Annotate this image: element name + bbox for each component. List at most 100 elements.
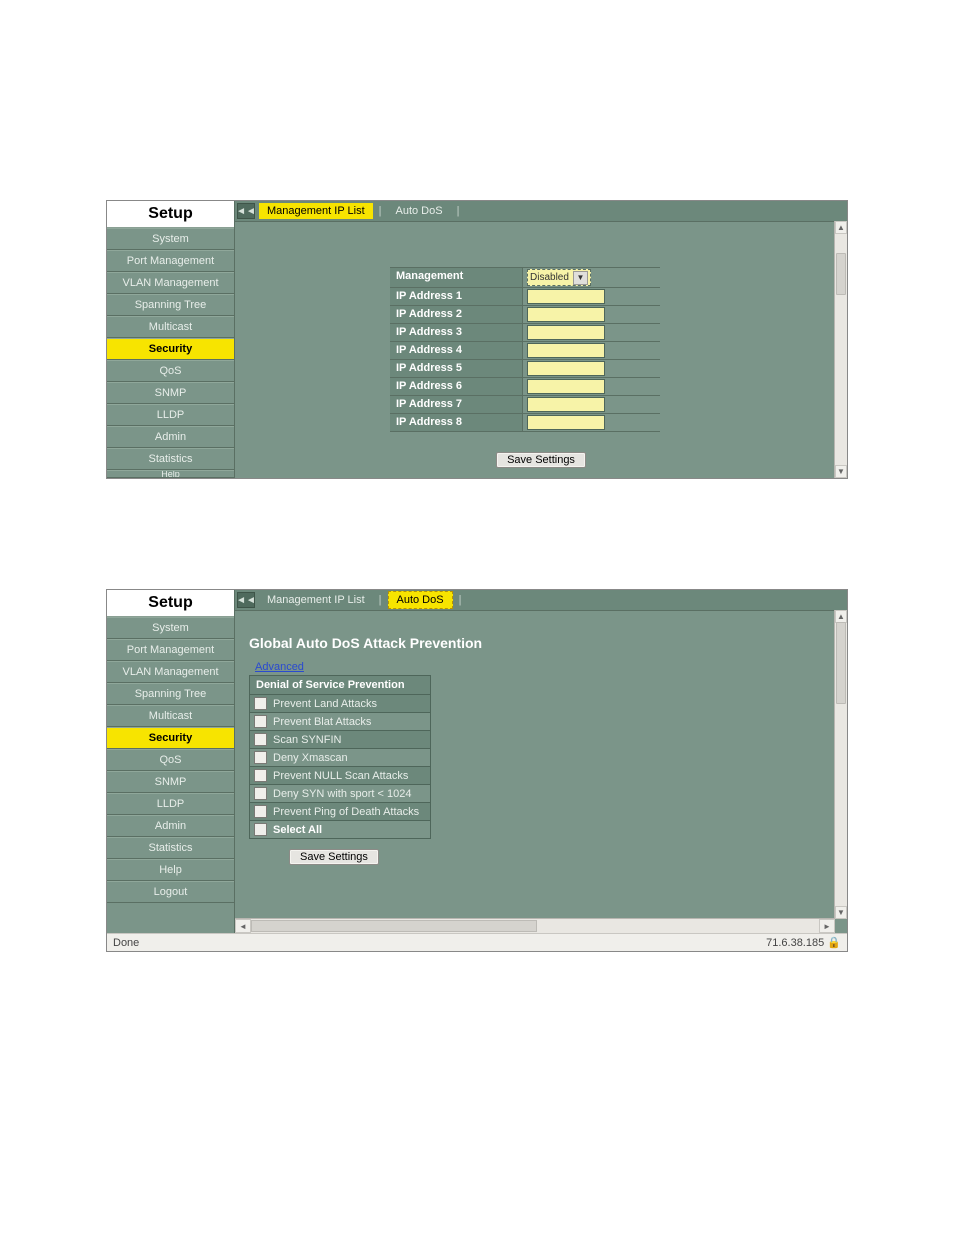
checkbox-deny-xmascan[interactable] <box>254 751 267 764</box>
label-ip2: IP Address 2 <box>390 306 523 323</box>
status-bar: Done 71.6.38.185 🔒 <box>107 933 847 951</box>
checkbox-scan-synfin[interactable] <box>254 733 267 746</box>
nav-statistics[interactable]: Statistics <box>107 837 234 859</box>
nav-snmp[interactable]: SNMP <box>107 382 234 404</box>
tab-management-ip-list[interactable]: Management IP List <box>259 203 373 219</box>
nav-port-management[interactable]: Port Management <box>107 639 234 661</box>
content-area: ◄◄ Management IP List | Auto DoS | Manag… <box>235 201 847 478</box>
tab-separator: | <box>377 594 384 606</box>
content-area: ◄◄ Management IP List | Auto DoS | Globa… <box>235 590 847 933</box>
nav-vlan-management[interactable]: VLAN Management <box>107 272 234 294</box>
nav-multicast[interactable]: Multicast <box>107 705 234 727</box>
management-ip-form: Management Disabled ▼ IP Address 1 IP Ad… <box>390 267 660 432</box>
save-settings-button[interactable]: Save Settings <box>289 849 379 865</box>
nav-admin[interactable]: Admin <box>107 815 234 837</box>
label-ip8: IP Address 8 <box>390 414 523 431</box>
tab-separator: | <box>457 594 464 606</box>
tab-scroll-left-icon[interactable]: ◄◄ <box>237 203 255 219</box>
nav-lldp[interactable]: LLDP <box>107 404 234 426</box>
vertical-scrollbar[interactable]: ▲ ▼ <box>834 221 847 478</box>
tab-auto-dos[interactable]: Auto DoS <box>388 591 453 609</box>
label-management: Management <box>390 268 523 287</box>
label-ip5: IP Address 5 <box>390 360 523 377</box>
sidebar-spacer <box>107 903 234 933</box>
tab-separator: | <box>377 205 384 217</box>
input-ip4[interactable] <box>527 343 605 358</box>
setup-heading: Setup <box>107 590 234 617</box>
checkbox-deny-syn-sport[interactable] <box>254 787 267 800</box>
nav-spanning-tree[interactable]: Spanning Tree <box>107 294 234 316</box>
nav-logout[interactable]: Logout <box>107 881 234 903</box>
scroll-thumb[interactable] <box>836 622 846 704</box>
checkbox-ping-of-death[interactable] <box>254 805 267 818</box>
input-ip7[interactable] <box>527 397 605 412</box>
scroll-down-icon[interactable]: ▼ <box>835 465 847 478</box>
label-select-all: Select All <box>273 824 322 836</box>
label-ip6: IP Address 6 <box>390 378 523 395</box>
checkbox-null-scan[interactable] <box>254 769 267 782</box>
tab-scroll-left-icon[interactable]: ◄◄ <box>237 592 255 608</box>
nav-help-cut[interactable]: Help <box>107 470 234 478</box>
label-null-scan: Prevent NULL Scan Attacks <box>273 770 408 782</box>
nav-help[interactable]: Help <box>107 859 234 881</box>
nav-security[interactable]: Security <box>107 338 234 360</box>
sidebar: Setup System Port Management VLAN Manage… <box>107 590 235 933</box>
advanced-link[interactable]: Advanced <box>255 661 304 673</box>
hscroll-right-icon[interactable]: ► <box>819 919 835 933</box>
screenshot-auto-dos: Setup System Port Management VLAN Manage… <box>106 589 848 952</box>
nav-spanning-tree[interactable]: Spanning Tree <box>107 683 234 705</box>
tab-bar: ◄◄ Management IP List | Auto DoS | <box>235 201 847 222</box>
hscroll-left-icon[interactable]: ◄ <box>235 919 251 933</box>
label-deny-xmascan: Deny Xmascan <box>273 752 348 764</box>
input-ip6[interactable] <box>527 379 605 394</box>
nav-system[interactable]: System <box>107 228 234 250</box>
checkbox-prevent-blat[interactable] <box>254 715 267 728</box>
nav-security[interactable]: Security <box>107 727 234 749</box>
hscroll-thumb[interactable] <box>251 920 537 932</box>
tab-auto-dos[interactable]: Auto DoS <box>388 203 451 219</box>
input-ip5[interactable] <box>527 361 605 376</box>
nav-multicast[interactable]: Multicast <box>107 316 234 338</box>
nav-admin[interactable]: Admin <box>107 426 234 448</box>
nav-qos[interactable]: QoS <box>107 749 234 771</box>
page-title: Global Auto DoS Attack Prevention <box>249 635 833 651</box>
label-ip7: IP Address 7 <box>390 396 523 413</box>
horizontal-scrollbar[interactable]: ◄ ► <box>235 918 835 933</box>
scroll-down-icon[interactable]: ▼ <box>835 906 847 919</box>
nav-statistics[interactable]: Statistics <box>107 448 234 470</box>
input-ip3[interactable] <box>527 325 605 340</box>
label-ip1: IP Address 1 <box>390 288 523 305</box>
vertical-scrollbar[interactable]: ▲ ▼ <box>834 610 847 919</box>
screenshot-management-ip-list: Setup System Port Management VLAN Manage… <box>106 200 848 479</box>
management-select[interactable]: Disabled ▼ <box>527 269 591 286</box>
status-done-label: Done <box>113 937 139 949</box>
nav-qos[interactable]: QoS <box>107 360 234 382</box>
save-settings-button[interactable]: Save Settings <box>496 452 586 468</box>
input-ip8[interactable] <box>527 415 605 430</box>
status-ip-label: 71.6.38.185 <box>766 937 824 949</box>
tab-bar: ◄◄ Management IP List | Auto DoS | <box>235 590 847 611</box>
nav-system[interactable]: System <box>107 617 234 639</box>
nav-snmp[interactable]: SNMP <box>107 771 234 793</box>
label-ip4: IP Address 4 <box>390 342 523 359</box>
checkbox-prevent-land[interactable] <box>254 697 267 710</box>
dropdown-arrow-icon[interactable]: ▼ <box>573 271 588 285</box>
nav-lldp[interactable]: LLDP <box>107 793 234 815</box>
tab-management-ip-list[interactable]: Management IP List <box>259 592 373 608</box>
scroll-thumb[interactable] <box>836 253 846 295</box>
dos-table-header: Denial of Service Prevention <box>250 676 430 695</box>
label-scan-synfin: Scan SYNFIN <box>273 734 341 746</box>
input-ip1[interactable] <box>527 289 605 304</box>
label-prevent-blat: Prevent Blat Attacks <box>273 716 371 728</box>
nav-vlan-management[interactable]: VLAN Management <box>107 661 234 683</box>
sidebar: Setup System Port Management VLAN Manage… <box>107 201 235 478</box>
management-select-value: Disabled <box>530 272 569 283</box>
nav-port-management[interactable]: Port Management <box>107 250 234 272</box>
dos-prevention-table: Denial of Service Prevention Prevent Lan… <box>249 675 431 839</box>
label-prevent-land: Prevent Land Attacks <box>273 698 377 710</box>
label-ping-of-death: Prevent Ping of Death Attacks <box>273 806 419 818</box>
lock-icon: 🔒 <box>827 937 841 949</box>
input-ip2[interactable] <box>527 307 605 322</box>
label-ip3: IP Address 3 <box>390 324 523 341</box>
checkbox-select-all[interactable] <box>254 823 267 836</box>
